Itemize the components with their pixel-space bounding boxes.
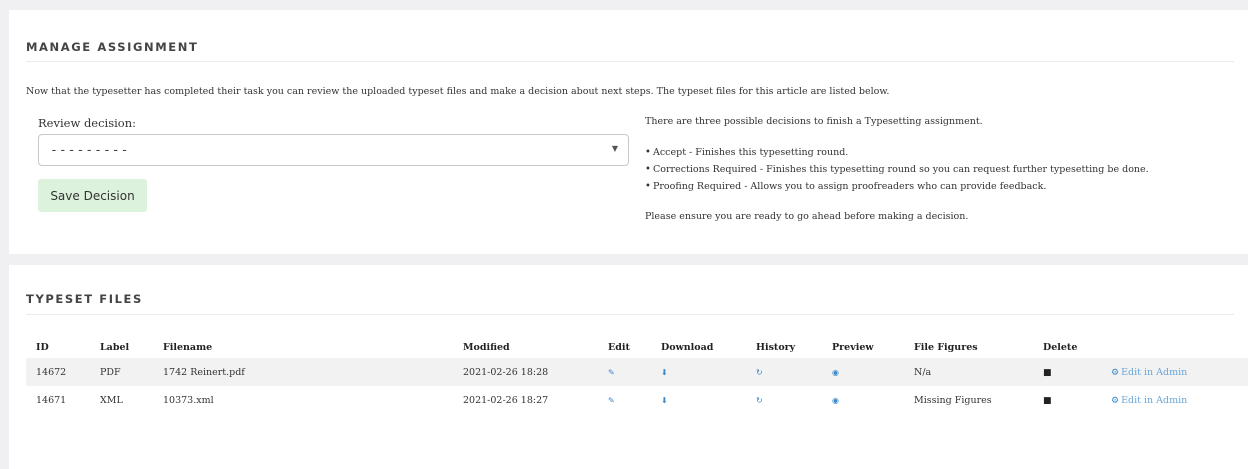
review-decision-value: --------- (50, 143, 130, 158)
column-header-download: Download (661, 341, 714, 353)
column-header-id: ID (36, 341, 49, 353)
edit-icon[interactable]: ✎ (608, 396, 615, 405)
review-decision-select[interactable]: --------- ▼ (38, 134, 629, 166)
column-header-modified: Modified (463, 341, 510, 353)
column-header-label: Label (100, 341, 130, 353)
typeset-files-panel: TYPESET FILES ID Label Filename Modified… (9, 265, 1248, 469)
intro-text: Now that the typesetter has completed th… (26, 86, 890, 97)
column-header-edit: Edit (608, 341, 630, 353)
manage-assignment-panel: MANAGE ASSIGNMENT Now that the typesette… (9, 10, 1248, 254)
decision-help-intro: There are three possible decisions to fi… (645, 116, 983, 127)
table-row: 14671 XML 10373.xml 2021-02-26 18:27 ✎ ⬇… (26, 386, 1248, 414)
decision-options-list: Accept - Finishes this typesetting round… (645, 144, 1149, 195)
gears-icon: ⚙ (1111, 367, 1120, 378)
column-header-preview: Preview (832, 341, 874, 353)
file-modified: 2021-02-26 18:28 (453, 358, 598, 386)
column-header-filename: Filename (163, 341, 213, 353)
decision-option-corrections: Corrections Required - Finishes this typ… (645, 161, 1149, 178)
edit-in-admin-label: Edit in Admin (1121, 394, 1188, 406)
column-header-history: History (756, 341, 796, 353)
file-id: 14671 (36, 394, 67, 406)
edit-in-admin-link[interactable]: ⚙ Edit in Admin (1111, 367, 1187, 378)
download-icon[interactable]: ⬇ (661, 396, 668, 405)
file-id: 14672 (26, 358, 90, 386)
file-name: 1742 Reinert.pdf (153, 358, 453, 386)
edit-in-admin-link[interactable]: ⚙ Edit in Admin (1111, 395, 1187, 406)
eye-icon[interactable]: ◉ (832, 368, 839, 377)
column-header-file-figures: File Figures (914, 341, 978, 353)
eye-icon[interactable]: ◉ (832, 396, 839, 405)
file-modified: 2021-02-26 18:27 (463, 394, 549, 406)
decision-help-ensure: Please ensure you are ready to go ahead … (645, 211, 969, 222)
history-icon[interactable]: ↻ (756, 368, 763, 377)
download-icon[interactable]: ⬇ (661, 368, 668, 377)
file-label: XML (100, 394, 123, 406)
trash-icon[interactable]: ■ (1043, 368, 1052, 378)
review-decision-label: Review decision: (38, 116, 137, 130)
decision-option-proofing: Proofing Required - Allows you to assign… (645, 178, 1149, 195)
column-header-delete: Delete (1043, 341, 1078, 353)
file-figures: N/a (904, 358, 1033, 386)
section-divider (26, 61, 1234, 62)
file-name: 10373.xml (163, 394, 214, 406)
table-row: 14672 PDF 1742 Reinert.pdf 2021-02-26 18… (26, 358, 1248, 386)
typeset-files-title: TYPESET FILES (26, 292, 143, 306)
trash-icon[interactable]: ■ (1043, 396, 1052, 406)
column-header-admin (1101, 336, 1248, 358)
edit-in-admin-label: Edit in Admin (1121, 366, 1188, 378)
edit-icon[interactable]: ✎ (608, 368, 615, 377)
file-figures: Missing Figures (914, 394, 992, 406)
gears-icon: ⚙ (1111, 395, 1120, 406)
manage-assignment-title: MANAGE ASSIGNMENT (26, 40, 199, 54)
decision-option-accept: Accept - Finishes this typesetting round… (645, 144, 1149, 161)
table-header-row: ID Label Filename Modified Edit Download… (26, 336, 1248, 358)
save-decision-button[interactable]: Save Decision (38, 179, 147, 212)
history-icon[interactable]: ↻ (756, 396, 763, 405)
typeset-files-table: ID Label Filename Modified Edit Download… (26, 336, 1248, 414)
file-label: PDF (90, 358, 153, 386)
dropdown-caret-icon: ▼ (611, 144, 618, 153)
section-divider (26, 314, 1234, 315)
